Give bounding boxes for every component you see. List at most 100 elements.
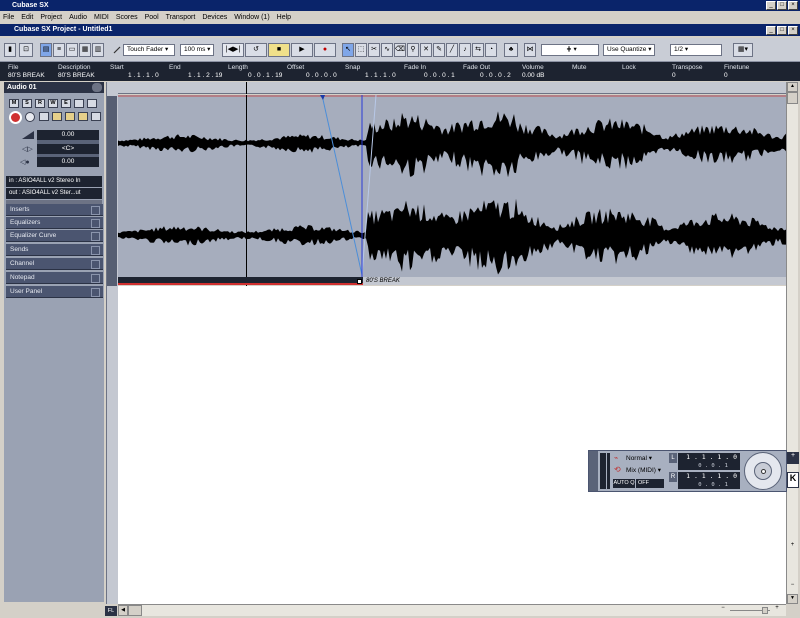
scroll-left-icon[interactable]: ◀ [118, 605, 128, 616]
menu-transport[interactable]: Transport [166, 14, 196, 21]
input-routing-select[interactable]: in : ASIO4ALL v2 Stereo In [6, 176, 102, 187]
menu-edit[interactable]: Edit [21, 14, 33, 21]
cycle-mode-select[interactable]: Mix (MIDI) ▾ [626, 466, 666, 476]
stop-button[interactable]: ■ [268, 43, 290, 57]
section-inserts[interactable]: Inserts [6, 204, 103, 216]
scroll-down-icon[interactable]: ▼ [787, 594, 798, 604]
draw-tool-icon[interactable]: ✎ [433, 43, 445, 57]
object-selection-tool-icon[interactable]: ↖ [342, 43, 354, 57]
split-tool-icon[interactable]: ✂ [368, 43, 380, 57]
hzoom-out-icon[interactable]: − [718, 605, 728, 616]
zoom-in-icon[interactable]: + [787, 542, 798, 552]
record-enable-button[interactable] [9, 111, 22, 124]
grid-type-select[interactable]: ⋕ ▾ [541, 44, 599, 56]
menu-devices[interactable]: Devices [202, 14, 227, 21]
monitor-button[interactable] [25, 112, 35, 122]
zoom-out-icon[interactable]: − [787, 582, 798, 592]
info-value-length[interactable]: 0 . 0 . 1 . 19 [248, 72, 282, 79]
section-equalizer-curve[interactable]: Equalizer Curve [6, 230, 103, 242]
section-channel[interactable]: Channel [6, 258, 103, 270]
left-locator-value[interactable]: 1 . 1 . 1 . 0 [678, 453, 740, 462]
minimize-button[interactable]: _ [766, 1, 776, 10]
go-to-start-button[interactable]: |◀▶| [222, 43, 244, 57]
snap-button[interactable]: ⋈ [524, 43, 536, 57]
record-mode-select[interactable]: Normal ▾ [626, 454, 664, 464]
lock-button[interactable] [52, 112, 62, 121]
output-routing-select[interactable]: out : ASIO4ALL v2 Ster...ut [6, 188, 102, 199]
freeze-button[interactable] [74, 99, 84, 108]
maximize-button[interactable]: □ [777, 1, 787, 10]
hzoom-in-icon[interactable]: + [772, 605, 782, 616]
mute-button[interactable]: M [9, 99, 19, 108]
glue-tool-icon[interactable]: ∿ [381, 43, 393, 57]
transport-grip[interactable] [589, 451, 598, 491]
info-value-offset[interactable]: 0 . 0 . 0 . 0 [306, 72, 337, 79]
timeline-ruler[interactable] [118, 82, 786, 94]
info-value-finetune[interactable]: 0 [724, 72, 728, 79]
play-tool-icon[interactable]: ♪ [459, 43, 471, 57]
folder-button[interactable] [78, 112, 88, 121]
pan-field[interactable]: <C> [37, 144, 99, 154]
menu-project[interactable]: Project [40, 14, 62, 21]
menu-midi[interactable]: MIDI [94, 14, 109, 21]
project-close-button[interactable]: × [788, 26, 798, 35]
play-button[interactable]: ▶ [291, 43, 313, 57]
record-button[interactable]: ● [314, 43, 336, 57]
zoom-tool-icon[interactable]: ⚲ [407, 43, 419, 57]
mute-tool-icon[interactable]: ✕ [420, 43, 432, 57]
channel-icon[interactable] [91, 260, 100, 269]
event-display[interactable] [118, 286, 786, 604]
menu-file[interactable]: File [3, 14, 14, 21]
edit-channel-icon[interactable] [92, 83, 102, 92]
info-value-volume[interactable]: 0.00 dB [522, 72, 544, 79]
autoq-status[interactable]: OFF [636, 479, 664, 488]
show-overview-button[interactable]: ▭ [66, 43, 78, 57]
track-header[interactable] [107, 96, 117, 286]
notepad-icon[interactable] [91, 274, 100, 283]
use-quantize-select[interactable]: Use Quantize ▾ [603, 44, 655, 56]
edit-button[interactable]: E [61, 99, 71, 108]
scrub-tool-icon[interactable]: ⇆ [472, 43, 484, 57]
section-user-panel[interactable]: User Panel [6, 286, 103, 298]
range-selection-tool-icon[interactable]: ⬚ [355, 43, 367, 57]
menu-scores[interactable]: Scores [116, 14, 138, 21]
menu-audio[interactable]: Audio [69, 14, 87, 21]
bypass-button[interactable] [87, 99, 97, 108]
lane-button[interactable] [65, 112, 75, 121]
scroll-up-icon[interactable]: ▲ [787, 82, 798, 92]
info-value-file[interactable]: 80'S BREAK [8, 72, 45, 79]
sample-editor-area[interactable] [118, 95, 786, 285]
autoq-button[interactable]: AUTO Q [613, 479, 635, 488]
inserts-bypass-icon[interactable] [91, 206, 100, 215]
delay-field[interactable]: 0.00 [37, 157, 99, 167]
eq-bypass-icon[interactable] [91, 219, 100, 228]
color-palette-button[interactable]: ▦▾ [733, 43, 753, 57]
project-minimize-button[interactable]: _ [766, 26, 776, 35]
line-tool-icon[interactable]: ╱ [446, 43, 458, 57]
menu-help[interactable]: Help [277, 14, 291, 21]
project-maximize-button[interactable]: □ [777, 26, 787, 35]
hzoom-thumb[interactable] [762, 607, 768, 614]
show-infoline-button[interactable]: ≡ [53, 43, 65, 57]
horizontal-scroll-thumb[interactable] [128, 605, 142, 616]
menu-pool[interactable]: Pool [145, 14, 159, 21]
close-button[interactable]: × [788, 1, 798, 10]
horizontal-scrollbar[interactable]: ◀ − + [118, 604, 786, 616]
sends-bypass-icon[interactable] [91, 246, 100, 255]
erase-tool-icon[interactable]: ⌫ [394, 43, 406, 57]
info-value-snap[interactable]: 1 . 1 . 1 . 0 [365, 72, 396, 79]
vertical-scrollbar[interactable]: ▲ + − ▼ [786, 82, 798, 604]
event-name[interactable]: 80'S BREAK [363, 277, 786, 285]
transport-k-icon[interactable]: K [787, 472, 799, 488]
info-value-transpose[interactable]: 0 [672, 72, 676, 79]
section-notepad[interactable]: Notepad [6, 272, 103, 284]
show-inspector-button[interactable]: ▤ [40, 43, 52, 57]
menu-window[interactable]: Window (1) [234, 14, 269, 21]
timebase-button[interactable] [39, 112, 49, 121]
section-equalizers[interactable]: Equalizers [6, 217, 103, 229]
volume-field[interactable]: 0.00 [37, 130, 99, 140]
vertical-scroll-thumb[interactable] [787, 92, 798, 104]
info-value-fade-out[interactable]: 0 . 0 . 0 . 2 [480, 72, 511, 79]
info-value-description[interactable]: 80'S BREAK [58, 72, 95, 79]
corner-label[interactable]: FL [105, 606, 117, 616]
